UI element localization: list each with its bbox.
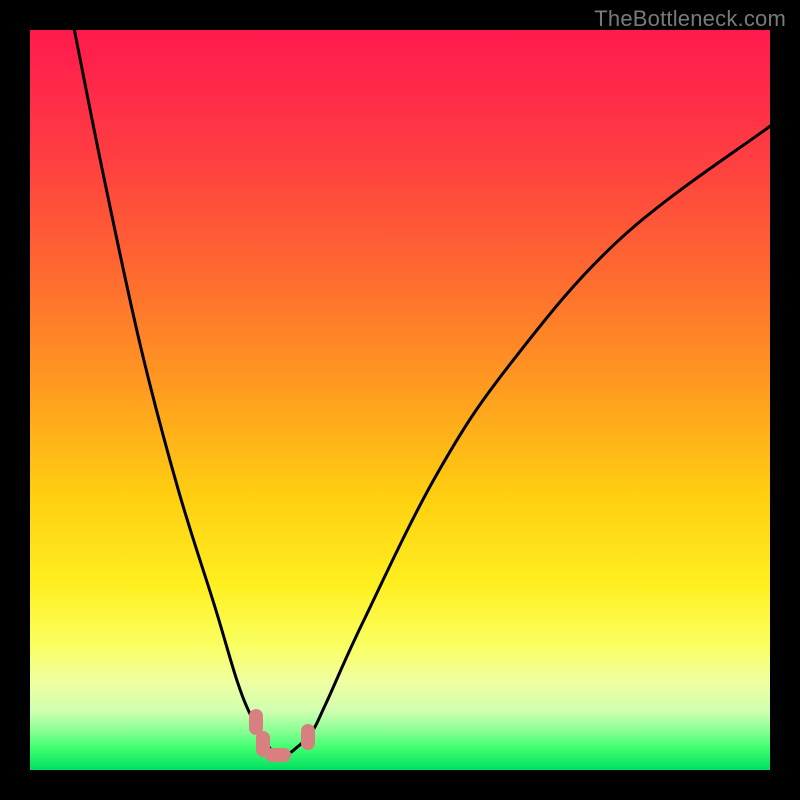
marker-layer: [30, 30, 770, 770]
chart-frame: TheBottleneck.com: [0, 0, 800, 800]
curve-marker: [301, 724, 315, 750]
curve-marker: [265, 748, 291, 762]
plot-area: [30, 30, 770, 770]
watermark-text: TheBottleneck.com: [594, 6, 786, 32]
